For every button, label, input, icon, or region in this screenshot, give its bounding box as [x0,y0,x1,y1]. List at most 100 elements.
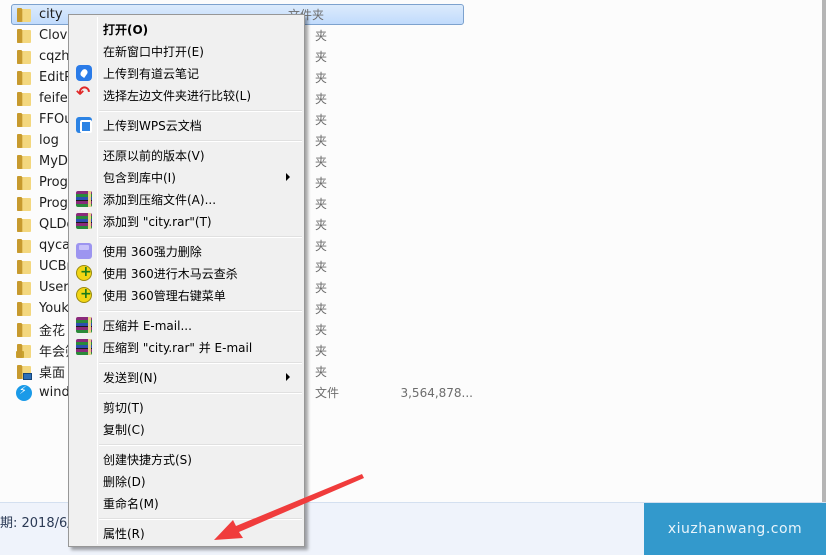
file-type: 夹 [315,134,328,148]
winrar-icon [76,213,92,229]
menu-item-copy[interactable]: 复制(C) [71,418,302,440]
menu-item-restore-versions[interactable]: 还原以前的版本(V) [71,144,302,166]
menu-item-compress-email[interactable]: 压缩并 E-mail... [71,314,302,336]
menu-item-label: 使用 360强力删除 [103,244,202,259]
folder-icon [16,154,32,170]
file-type: 夹 [315,92,328,106]
menu-item-label: 压缩并 E-mail... [103,318,192,333]
folder-icon [16,280,32,296]
file-size: 3,564,878... [400,385,473,400]
context-menu: 打开(O) 在新窗口中打开(E) 上传到有道云笔记 选择左边文件夹进行比较(L)… [68,14,305,547]
desktop-icon [23,372,32,380]
file-name: city [39,7,63,22]
menu-separator [99,392,302,394]
menu-separator [99,110,302,112]
watermark: xiuzhanwang.com [644,503,826,555]
menu-item-add-city-rar[interactable]: 添加到 "city.rar"(T) [71,210,302,232]
menu-item-delete[interactable]: 删除(D) [71,470,302,492]
app-icon [16,384,32,401]
folder-icon [16,91,32,107]
scrollbar[interactable] [822,0,826,502]
watermark-text: xiuzhanwang.com [667,521,803,537]
menu-item-create-shortcut[interactable]: 创建快捷方式(S) [71,448,302,470]
menu-item-label: 添加到 "city.rar"(T) [103,214,212,229]
menu-item-label: 删除(D) [103,474,146,489]
360-shred-icon [76,243,92,259]
locked-folder-icon [16,343,32,359]
desktop-folder-icon [16,364,32,380]
file-type: 夹 [315,323,328,337]
folder-icon [16,322,32,338]
menu-item-upload-youdao[interactable]: 上传到有道云笔记 [71,62,302,84]
submenu-arrow-icon [286,173,290,181]
folder-icon [16,238,32,254]
menu-item-label: 使用 360管理右键菜单 [103,288,226,303]
file-type: 夹 [315,197,328,211]
file-type: 夹 [315,176,328,190]
folder-icon [16,133,32,149]
menu-item-label: 创建快捷方式(S) [103,452,192,467]
menu-item-label: 压缩到 "city.rar" 并 E-mail [103,340,253,355]
winrar-icon [76,317,92,333]
file-type: 夹 [315,302,328,316]
file-type: 夹 [315,239,328,253]
menu-item-compress-city-email[interactable]: 压缩到 "city.rar" 并 E-mail [71,336,302,358]
menu-item-label: 还原以前的版本(V) [103,148,205,163]
menu-item-cut[interactable]: 剪切(T) [71,396,302,418]
menu-item-upload-wps[interactable]: 上传到WPS云文档 [71,114,302,136]
winrar-icon [76,339,92,355]
menu-item-label: 包含到库中(I) [103,170,176,185]
folder-icon [16,175,32,191]
file-type: 夹 [315,29,328,43]
menu-item-label: 发送到(N) [103,370,158,385]
menu-item-label: 选择左边文件夹进行比较(L) [103,88,252,103]
file-type: 夹 [315,113,328,127]
menu-item-rename[interactable]: 重命名(M) [71,492,302,514]
file-name: log [39,133,59,148]
menu-item-label: 上传到WPS云文档 [103,118,202,133]
folder-icon [16,49,32,65]
file-type: 夹 [315,50,328,64]
folder-icon [16,217,32,233]
folder-icon [16,301,32,317]
menu-item-label: 上传到有道云笔记 [103,66,200,81]
file-type: 夹 [315,71,328,85]
menu-separator [99,140,302,142]
menu-item-add-archive[interactable]: 添加到压缩文件(A)... [71,188,302,210]
menu-item-label: 属性(R) [103,526,145,541]
menu-item-label: 使用 360进行木马云查杀 [103,266,238,281]
menu-separator [99,444,302,446]
menu-separator [99,362,302,364]
menu-item-label: 复制(C) [103,422,145,437]
file-name: 金花 [39,324,66,339]
folder-icon [16,259,32,275]
menu-separator [99,310,302,312]
file-name: 桌面 [39,366,66,381]
folder-icon [16,70,32,86]
file-type: 夹 [315,344,328,358]
menu-item-label: 剪切(T) [103,400,144,415]
folder-icon [16,28,32,44]
menu-item-label: 在新窗口中打开(E) [103,44,204,59]
wps-cloud-icon [76,117,92,133]
folder-icon [16,196,32,212]
file-type: 文件 [315,386,340,400]
menu-item-360-scan[interactable]: 使用 360进行木马云查杀 [71,262,302,284]
file-name: feifei [39,91,72,106]
file-type: 夹 [315,218,328,232]
folder-icon [16,112,32,128]
menu-item-send-to[interactable]: 发送到(N) [71,366,302,388]
menu-item-label: 重命名(M) [103,496,159,511]
file-type: 夹 [315,365,328,379]
menu-item-open-new-window[interactable]: 在新窗口中打开(E) [71,40,302,62]
file-type: 夹 [315,155,328,169]
360-plus-icon [76,286,92,303]
menu-item-open[interactable]: 打开(O) [71,18,302,40]
menu-item-360-shred[interactable]: 使用 360强力删除 [71,240,302,262]
menu-item-compare-left[interactable]: 选择左边文件夹进行比较(L) [71,83,302,106]
menu-item-label: 添加到压缩文件(A)... [103,192,217,207]
menu-item-include-library[interactable]: 包含到库中(I) [71,166,302,188]
menu-item-properties[interactable]: 属性(R) [71,522,302,544]
menu-item-360-manage-menu[interactable]: 使用 360管理右键菜单 [71,284,302,306]
folder-icon [16,7,32,23]
